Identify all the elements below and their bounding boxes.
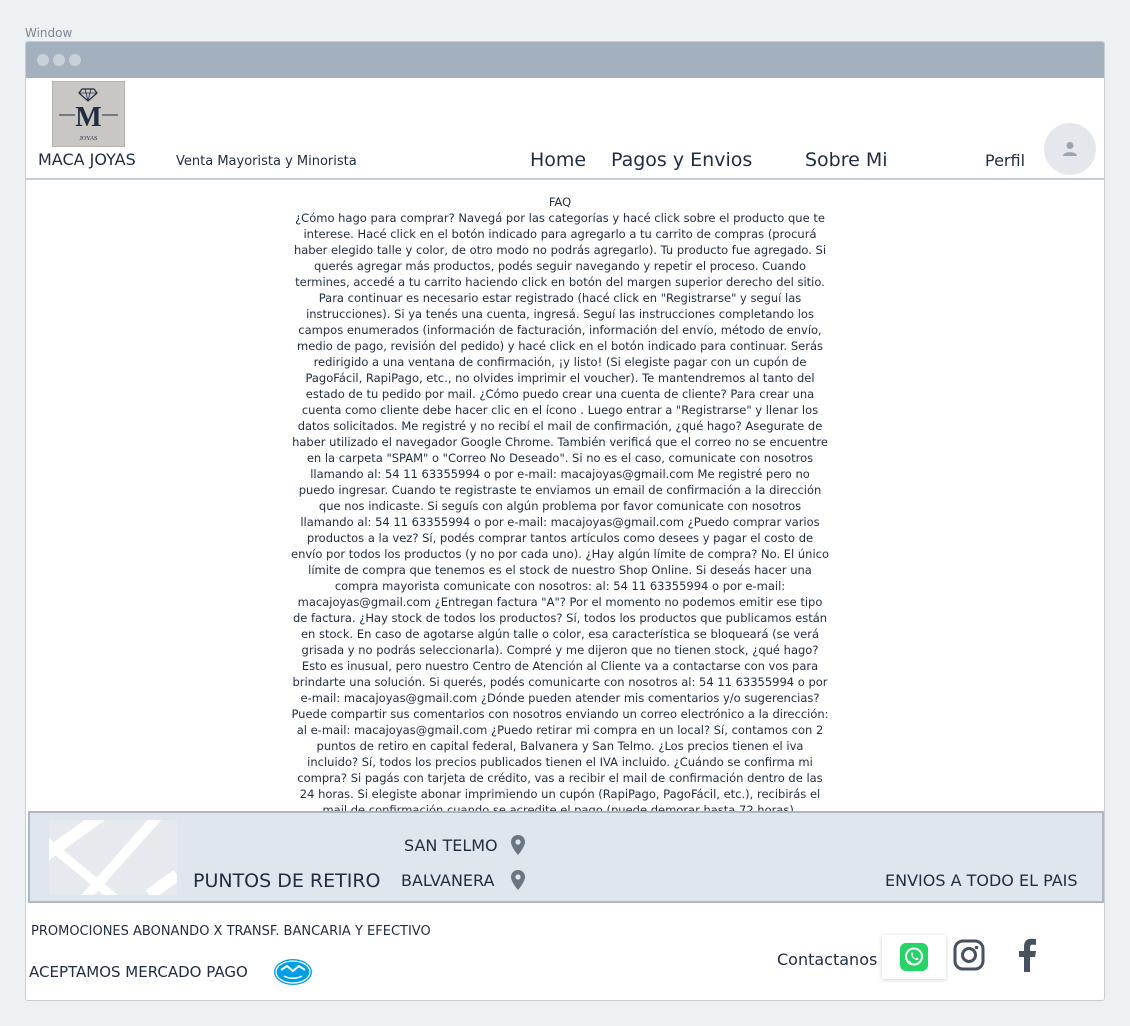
whatsapp-button[interactable] (882, 935, 946, 979)
profile-avatar-button[interactable] (1044, 123, 1096, 175)
nav-home[interactable]: Home (530, 149, 586, 171)
location-san-telmo: SAN TELMO (404, 836, 498, 855)
window-control-minimize[interactable] (53, 54, 65, 66)
faq-title: FAQ (548, 195, 572, 209)
profile-link[interactable]: Perfil (985, 151, 1025, 170)
app-window: M JOYAS MACA JOYAS Venta Mayorista y Min… (25, 41, 1105, 1001)
map-pin-icon[interactable] (511, 870, 525, 890)
logo-graphic: M JOYAS (53, 82, 124, 146)
whatsapp-icon (900, 943, 928, 971)
title-bar[interactable] (26, 42, 1104, 79)
window-control-maximize[interactable] (69, 54, 81, 66)
svg-text:M: M (75, 102, 101, 133)
brand-tagline: Venta Mayorista y Minorista (176, 154, 357, 169)
map-pin-icon[interactable] (511, 835, 525, 855)
site-header: M JOYAS MACA JOYAS Venta Mayorista y Min… (26, 78, 1104, 180)
mercado-pago-icon[interactable] (273, 957, 313, 987)
window-label: Window (25, 26, 73, 40)
faq-body: ¿Cómo hago para comprar? Navegá por las … (291, 211, 830, 817)
map-thumbnail[interactable] (49, 820, 177, 895)
nav-pagos-y-envios[interactable]: Pagos y Envios (611, 149, 752, 171)
nav-sobre-mi[interactable]: Sobre Mi (805, 149, 888, 171)
location-balvanera: BALVANERA (401, 871, 495, 890)
instagram-icon[interactable] (953, 939, 985, 971)
user-icon (1063, 142, 1077, 156)
contact-label: Contactanos (777, 950, 878, 969)
pickup-title: PUNTOS DE RETIRO (193, 870, 381, 892)
facebook-icon[interactable] (1017, 938, 1037, 972)
map-image (49, 820, 177, 895)
svg-text:JOYAS: JOYAS (79, 136, 97, 142)
window-control-close[interactable] (37, 54, 49, 66)
faq-section: FAQ ¿Cómo hago para comprar? Navegá por … (291, 194, 829, 818)
brand-name: MACA JOYAS (38, 150, 136, 169)
pickup-band: PUNTOS DE RETIRO SAN TELMO BALVANERA ENV… (28, 811, 1104, 903)
mercado-pago-text: ACEPTAMOS MERCADO PAGO (29, 963, 248, 981)
site-footer: PROMOCIONES ABONANDO X TRANSF. BANCARIA … (26, 906, 1104, 1000)
brand-logo[interactable]: M JOYAS (52, 81, 125, 147)
promo-text: PROMOCIONES ABONANDO X TRANSF. BANCARIA … (31, 924, 431, 939)
shipping-notice: ENVIOS A TODO EL PAIS (885, 871, 1078, 890)
